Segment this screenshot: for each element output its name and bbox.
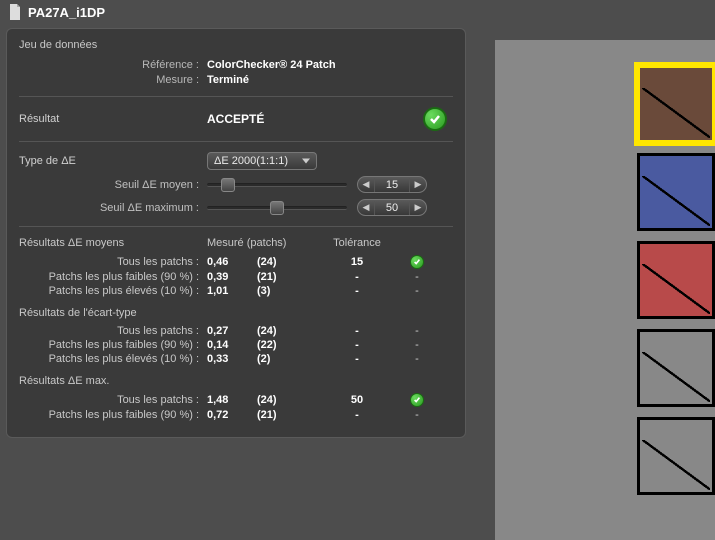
max-threshold-value: 50	[374, 201, 410, 215]
stepper-decrement[interactable]: ◀	[358, 177, 374, 192]
stepper-decrement[interactable]: ◀	[358, 200, 374, 215]
table-row: Tous les patchs : 0,46 (24) 15	[19, 255, 453, 269]
check-icon	[410, 393, 424, 407]
avg-results-heading: Résultats ΔE moyens	[19, 237, 207, 249]
measure-value: Terminé	[207, 74, 249, 86]
deltae-type-label: Type de ΔE	[19, 155, 207, 167]
accepted-check-icon	[423, 107, 447, 131]
table-row: Patchs les plus élevés (10 %) : 1,01 (3)…	[19, 285, 453, 297]
table-row: Patchs les plus faibles (90 %) : 0,14 (2…	[19, 339, 453, 351]
color-swatch[interactable]	[637, 65, 715, 143]
result-value: ACCEPTÉ	[207, 112, 423, 126]
avg-threshold-label: Seuil ΔE moyen :	[19, 179, 207, 191]
document-icon	[8, 4, 22, 20]
separator	[19, 141, 453, 142]
col-tolerance: Tolérance	[317, 237, 397, 249]
color-swatch[interactable]	[637, 329, 715, 407]
separator	[19, 96, 453, 97]
ref-value: ColorChecker® 24 Patch	[207, 59, 336, 71]
avg-threshold-slider[interactable]	[207, 183, 347, 187]
deltae-type-dropdown[interactable]: ΔE 2000(1:1:1)	[207, 152, 317, 170]
measure-label: Mesure :	[19, 74, 207, 86]
color-swatch[interactable]	[637, 241, 715, 319]
dataset-heading: Jeu de données	[19, 39, 453, 51]
max-threshold-slider[interactable]	[207, 206, 347, 210]
max-threshold-stepper[interactable]: ◀ 50 ▶	[357, 199, 427, 216]
result-label: Résultat	[19, 113, 207, 125]
swatch-strip	[495, 40, 715, 540]
table-row: Tous les patchs : 1,48 (24) 50	[19, 393, 453, 407]
avg-threshold-value: 15	[374, 178, 410, 192]
stepper-increment[interactable]: ▶	[410, 200, 426, 215]
window-title: PA27A_i1DP	[28, 5, 105, 20]
color-swatch[interactable]	[637, 417, 715, 495]
check-icon	[410, 255, 424, 269]
window-titlebar: PA27A_i1DP	[0, 0, 715, 24]
main-panel: Jeu de données Référence :ColorChecker® …	[6, 28, 466, 438]
ref-label: Référence :	[19, 59, 207, 71]
stepper-increment[interactable]: ▶	[410, 177, 426, 192]
avg-threshold-stepper[interactable]: ◀ 15 ▶	[357, 176, 427, 193]
max-threshold-label: Seuil ΔE maximum :	[19, 202, 207, 214]
separator	[19, 226, 453, 227]
max-results-heading: Résultats ΔE max.	[19, 375, 453, 387]
std-results-heading: Résultats de l'écart-type	[19, 307, 453, 319]
table-row: Patchs les plus faibles (90 %) : 0,72 (2…	[19, 409, 453, 421]
table-row: Patchs les plus élevés (10 %) : 0,33 (2)…	[19, 353, 453, 365]
table-row: Patchs les plus faibles (90 %) : 0,39 (2…	[19, 271, 453, 283]
color-swatch[interactable]	[637, 153, 715, 231]
table-row: Tous les patchs : 0,27 (24) - -	[19, 325, 453, 337]
col-measured: Mesuré (patchs)	[207, 237, 317, 249]
